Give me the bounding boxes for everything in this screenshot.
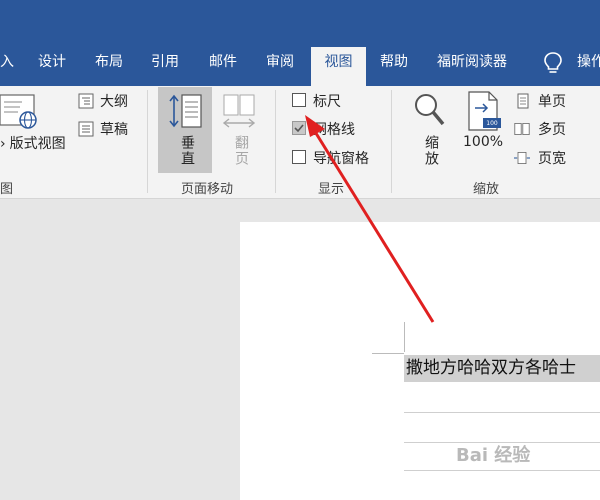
- side-to-side-button[interactable]: 翻页: [217, 87, 263, 173]
- group-divider: [275, 90, 276, 193]
- crop-mark-vertical: [404, 322, 405, 352]
- zoom-group-label: 缩放: [473, 182, 500, 197]
- views-group-label: 图: [0, 182, 14, 197]
- multiple-pages-button[interactable]: 多页: [538, 119, 566, 139]
- vertical-scroll-icon: [169, 94, 202, 128]
- outline-button[interactable]: 大纲: [100, 91, 128, 111]
- tab-foxit-reader[interactable]: 福昕阅读器: [437, 47, 507, 86]
- multiple-pages-icon: [514, 123, 530, 135]
- tab-insert[interactable]: 入: [0, 47, 14, 86]
- gridline: [404, 412, 600, 413]
- show-group-label: 显示: [318, 182, 345, 197]
- selected-text-line[interactable]: 撒地方哈哈双方各哈士: [404, 355, 600, 382]
- gridlines-checkbox[interactable]: [292, 121, 306, 135]
- zoom-label: 缩放: [423, 135, 439, 167]
- side-to-side-label: 翻页: [233, 135, 249, 167]
- zoom-button[interactable]: 缩放: [405, 87, 451, 173]
- tab-mailings[interactable]: 邮件: [209, 47, 237, 86]
- group-divider: [147, 90, 148, 193]
- lightbulb-icon[interactable]: [542, 51, 564, 75]
- checkmark-icon: [294, 124, 304, 133]
- hundred-percent-button[interactable]: 100 100%: [459, 87, 509, 173]
- ribbon-view: › 版式视图 大纲 草稿 图 垂直 翻页 页面移动 标尺 网格线 导航窗格 显示…: [0, 86, 600, 199]
- tab-view[interactable]: 视图: [311, 47, 366, 86]
- outline-icon: [78, 93, 94, 109]
- watermark-text: Bai 经验: [456, 445, 531, 466]
- page-movement-group-label: 页面移动: [181, 182, 234, 197]
- gridline: [404, 470, 600, 471]
- tab-help[interactable]: 帮助: [380, 47, 408, 86]
- vertical-button[interactable]: 垂直: [158, 87, 212, 173]
- tab-design[interactable]: 设计: [38, 47, 66, 86]
- group-divider: [391, 90, 392, 193]
- page-width-icon: [514, 152, 530, 164]
- draft-icon: [78, 121, 94, 137]
- tell-me-label[interactable]: 操作: [577, 47, 600, 77]
- crop-mark-horizontal: [372, 353, 404, 354]
- tab-review[interactable]: 审阅: [266, 47, 294, 86]
- tab-layout[interactable]: 布局: [95, 47, 123, 86]
- ruler-label: 标尺: [313, 94, 341, 110]
- vertical-label: 垂直: [179, 135, 195, 167]
- draft-button[interactable]: 草稿: [100, 119, 128, 139]
- ruler-checkbox[interactable]: [292, 93, 306, 107]
- hundred-badge: 100: [486, 120, 498, 127]
- magnifier-icon: [415, 94, 445, 126]
- navigation-pane-checkbox[interactable]: [292, 150, 306, 164]
- ribbon-tab-bar: 入 设计 布局 引用 邮件 审阅 视图 帮助 福昕阅读器 操作: [0, 0, 600, 86]
- navigation-pane-label: 导航窗格: [313, 151, 369, 167]
- page-width-button[interactable]: 页宽: [538, 148, 566, 168]
- one-page-button[interactable]: 单页: [538, 91, 566, 111]
- print-layout-icon: [0, 94, 37, 129]
- gridlines-label: 网格线: [313, 122, 355, 138]
- print-layout-button[interactable]: › 版式视图: [0, 133, 66, 153]
- hundred-percent-label: 100%: [463, 134, 504, 150]
- tab-references[interactable]: 引用: [151, 47, 179, 86]
- one-page-icon: [517, 93, 529, 109]
- document-text: 撒地方哈哈双方各哈士: [406, 358, 576, 378]
- side-to-side-icon: [222, 94, 256, 128]
